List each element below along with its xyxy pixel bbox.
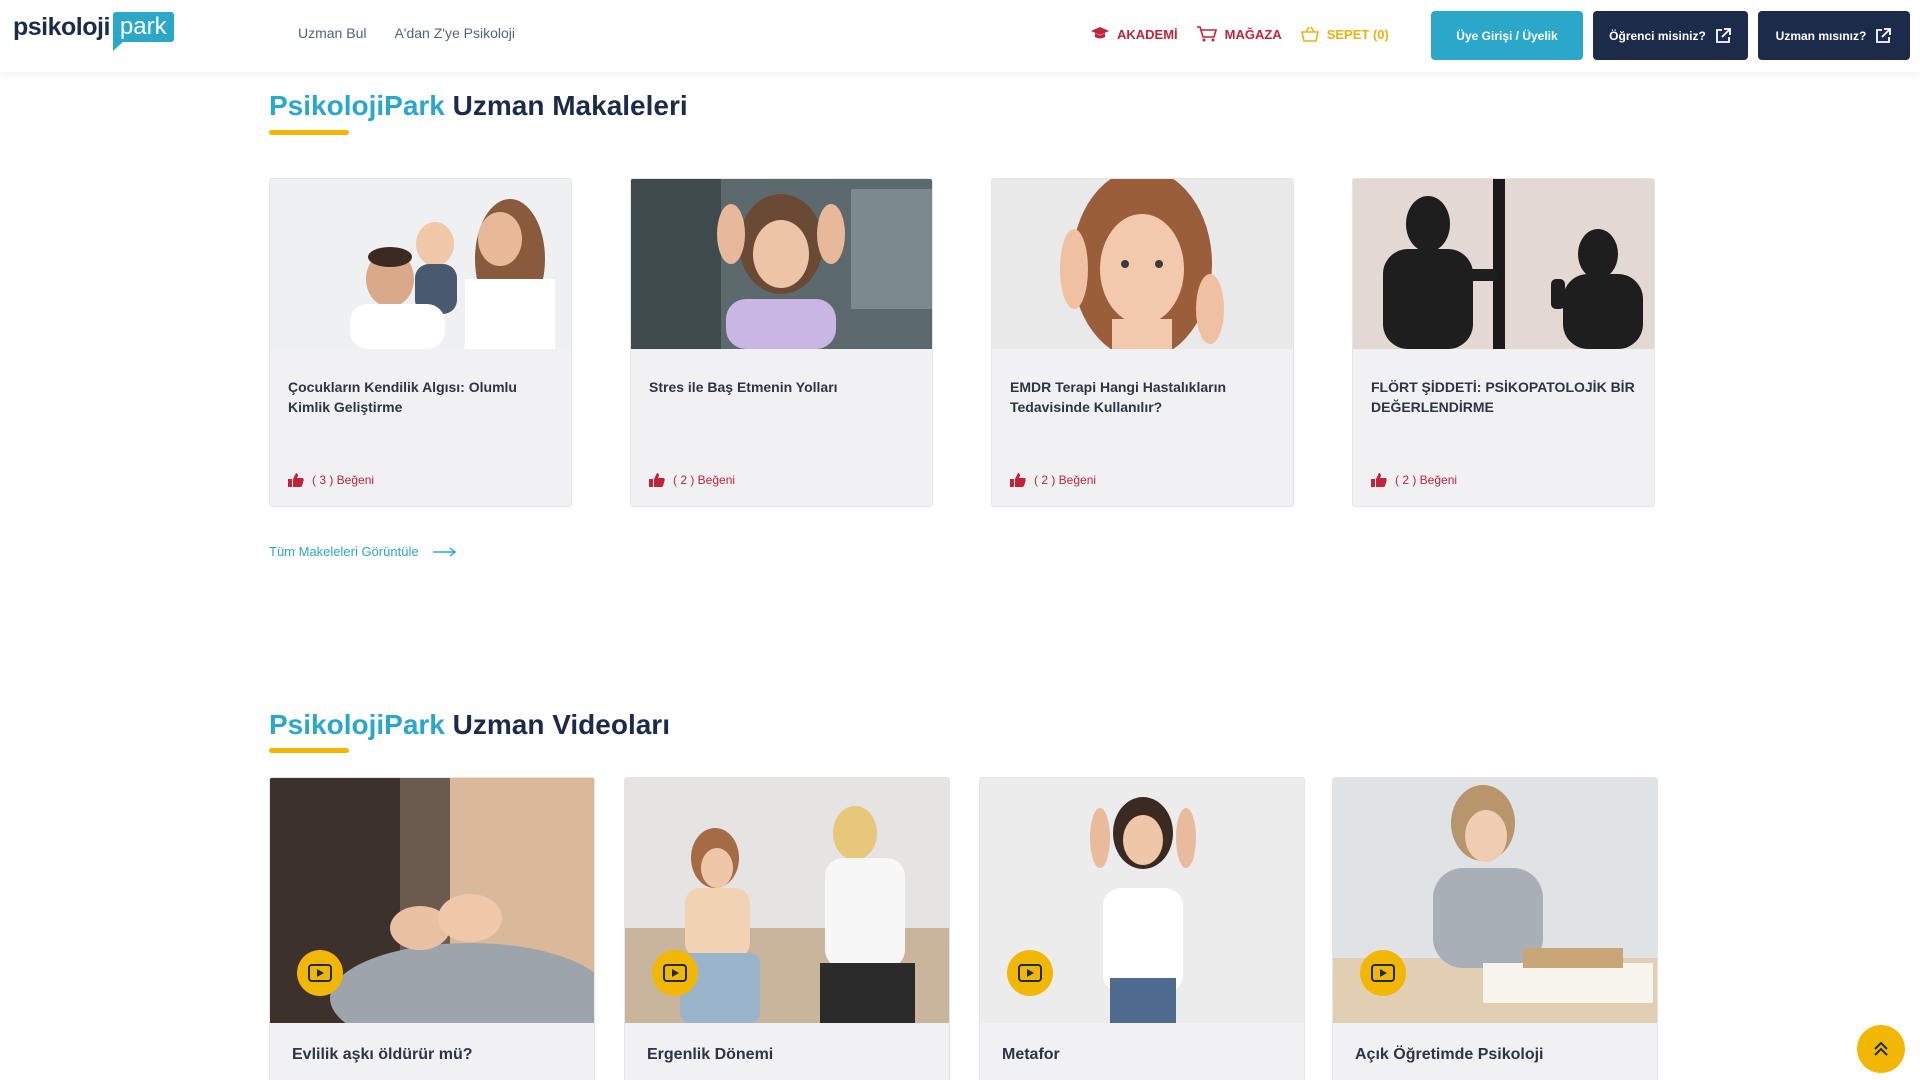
student-button[interactable]: Öğrenci misiniz?: [1593, 11, 1748, 60]
article-card[interactable]: Çocukların Kendilik Algısı: Olumlu Kimli…: [269, 178, 572, 507]
video-card[interactable]: Açık Öğretimde Psikoloji: [1332, 777, 1658, 1080]
thumbs-up-icon: [1371, 473, 1387, 487]
article-title[interactable]: FLÖRT ŞİDDETİ: PSİKOPATOLOJİK BİR DEĞERL…: [1371, 377, 1636, 417]
article-likes-label: ( 2 ) Beğeni: [1034, 473, 1097, 487]
site-logo[interactable]: psikoloji park: [13, 10, 174, 51]
logo-text-psikoloji: psikoloji: [13, 12, 110, 41]
article-title[interactable]: Stres ile Baş Etmenin Yolları: [649, 377, 914, 397]
article-image-stress[interactable]: [631, 179, 932, 349]
videos-section-title: PsikolojiPark Uzman Videoları: [269, 709, 670, 741]
shopping-cart-icon: [1196, 26, 1217, 42]
video-title[interactable]: Evlilik aşkı öldürür mü?: [292, 1046, 473, 1064]
video-thumbnail[interactable]: [270, 778, 594, 1023]
external-link-icon: [1715, 27, 1731, 43]
article-image-emdr[interactable]: [992, 179, 1293, 349]
articles-title-underline: [269, 130, 349, 135]
play-video-icon[interactable]: [1007, 950, 1053, 996]
basket-icon: [1300, 26, 1319, 42]
graduation-cap-icon: [1091, 27, 1109, 39]
double-chevron-up-icon: [1874, 1041, 1888, 1056]
thumbs-up-icon: [1010, 473, 1026, 487]
article-likes-label: ( 2 ) Beğeni: [673, 473, 736, 487]
articles-title-brand: PsikolojiPark: [269, 90, 445, 121]
nav-sepet[interactable]: SEPET (0): [1300, 26, 1389, 42]
login-register-label: Üye Girişi / Üyelik: [1456, 28, 1558, 43]
videos-title-underline: [269, 748, 349, 753]
play-video-icon[interactable]: [652, 950, 698, 996]
nav-akademi-label: AKADEMİ: [1117, 26, 1178, 42]
video-thumbnail[interactable]: [980, 778, 1304, 1023]
videos-title-brand: PsikolojiPark: [269, 709, 445, 740]
thumbs-up-icon: [649, 473, 665, 487]
video-title[interactable]: Ergenlik Dönemi: [647, 1046, 773, 1064]
nav-magaza[interactable]: MAĞAZA: [1196, 25, 1282, 43]
external-link-icon: [1876, 27, 1892, 43]
video-title[interactable]: Açık Öğretimde Psikoloji: [1355, 1046, 1544, 1064]
view-all-articles-link[interactable]: Tüm Makeleleri Görüntüle: [269, 544, 457, 559]
view-all-articles-label: Tüm Makeleleri Görüntüle: [269, 544, 419, 559]
article-likes[interactable]: ( 3 ) Beğeni: [288, 473, 374, 487]
nav-magaza-label: MAĞAZA: [1224, 26, 1282, 42]
articles-section-title: PsikolojiPark Uzman Makaleleri: [269, 90, 688, 122]
video-card[interactable]: Evlilik aşkı öldürür mü?: [269, 777, 595, 1080]
play-video-icon[interactable]: [297, 950, 343, 996]
nav-uzman-bul[interactable]: Uzman Bul: [298, 25, 366, 41]
expert-button[interactable]: Uzman mısınız?: [1758, 11, 1910, 60]
secondary-nav: AKADEMİ MAĞAZA SEPET (0): [1090, 25, 1389, 43]
article-likes[interactable]: ( 2 ) Beğeni: [1010, 473, 1096, 487]
site-header: psikoloji park Uzman Bul A'dan Z'ye Psik…: [0, 0, 1920, 72]
scroll-to-top-button[interactable]: [1857, 1025, 1905, 1073]
video-thumbnail[interactable]: [625, 778, 949, 1023]
article-image-silhouette[interactable]: [1353, 179, 1654, 349]
video-card[interactable]: Ergenlik Dönemi: [624, 777, 950, 1080]
article-likes[interactable]: ( 2 ) Beğeni: [1371, 473, 1457, 487]
video-title[interactable]: Metafor: [1002, 1046, 1060, 1064]
article-likes[interactable]: ( 2 ) Beğeni: [649, 473, 735, 487]
article-image-family[interactable]: [270, 179, 571, 349]
article-title[interactable]: EMDR Terapi Hangi Hastalıkların Tedavisi…: [1010, 377, 1275, 417]
article-likes-label: ( 3 ) Beğeni: [312, 473, 375, 487]
article-card[interactable]: FLÖRT ŞİDDETİ: PSİKOPATOLOJİK BİR DEĞERL…: [1352, 178, 1655, 507]
student-button-label: Öğrenci misiniz?: [1609, 28, 1706, 43]
main-nav: Uzman Bul A'dan Z'ye Psikoloji: [298, 25, 515, 41]
article-title[interactable]: Çocukların Kendilik Algısı: Olumlu Kimli…: [288, 377, 553, 417]
arrow-right-icon: [432, 546, 456, 557]
videos-title-rest: Uzman Videoları: [452, 709, 670, 740]
play-video-icon[interactable]: [1360, 950, 1406, 996]
thumbs-up-icon: [288, 473, 304, 487]
articles-title-rest: Uzman Makaleleri: [452, 90, 688, 121]
video-thumbnail[interactable]: [1333, 778, 1657, 1023]
article-card[interactable]: EMDR Terapi Hangi Hastalıkların Tedavisi…: [991, 178, 1294, 507]
expert-button-label: Uzman mısınız?: [1775, 28, 1867, 43]
nav-akademi[interactable]: AKADEMİ: [1090, 26, 1178, 42]
login-register-button[interactable]: Üye Girişi / Üyelik: [1431, 11, 1583, 60]
article-card[interactable]: Stres ile Baş Etmenin Yolları ( 2 ) Beğe…: [630, 178, 933, 507]
nav-a-dan-z-ye-psikoloji[interactable]: A'dan Z'ye Psikoloji: [394, 25, 515, 41]
logo-text-park: park: [112, 12, 174, 51]
nav-sepet-label: SEPET (0): [1326, 26, 1389, 42]
video-card[interactable]: Metafor: [979, 777, 1305, 1080]
article-likes-label: ( 2 ) Beğeni: [1395, 473, 1458, 487]
